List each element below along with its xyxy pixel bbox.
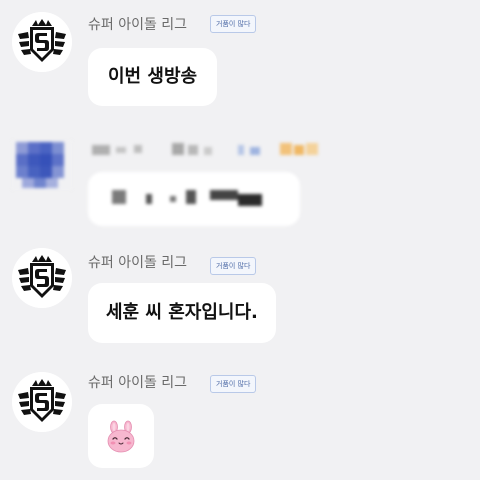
s-shield-logo-icon (12, 12, 72, 72)
blurred-sender-name (92, 142, 342, 161)
sender-avatar[interactable] (12, 248, 72, 308)
message-bubble[interactable]: 이번 생방송 (88, 48, 218, 106)
sender-badge: 거품이 많다 (210, 15, 257, 33)
blurred-message-bubble (88, 172, 300, 226)
sender-avatar[interactable] (12, 12, 72, 72)
s-shield-logo-icon (12, 372, 72, 432)
sender-name[interactable]: 슈퍼 아이돌 리그 (88, 14, 187, 34)
sender-badge: 거품이 많다 (210, 375, 257, 393)
pixelated-avatar-icon (12, 140, 72, 190)
blurred-avatar (12, 140, 72, 190)
sender-avatar[interactable] (12, 372, 72, 432)
sender-name[interactable]: 슈퍼 아이돌 리그 (88, 252, 187, 272)
sender-badge: 거품이 많다 (210, 257, 257, 275)
s-shield-logo-icon (12, 248, 72, 308)
pink-bunny-emoticon-icon (107, 420, 135, 453)
message-bubble[interactable]: 세훈 씨 혼자입니다. (88, 283, 276, 343)
sender-name[interactable]: 슈퍼 아이돌 리그 (88, 372, 187, 392)
